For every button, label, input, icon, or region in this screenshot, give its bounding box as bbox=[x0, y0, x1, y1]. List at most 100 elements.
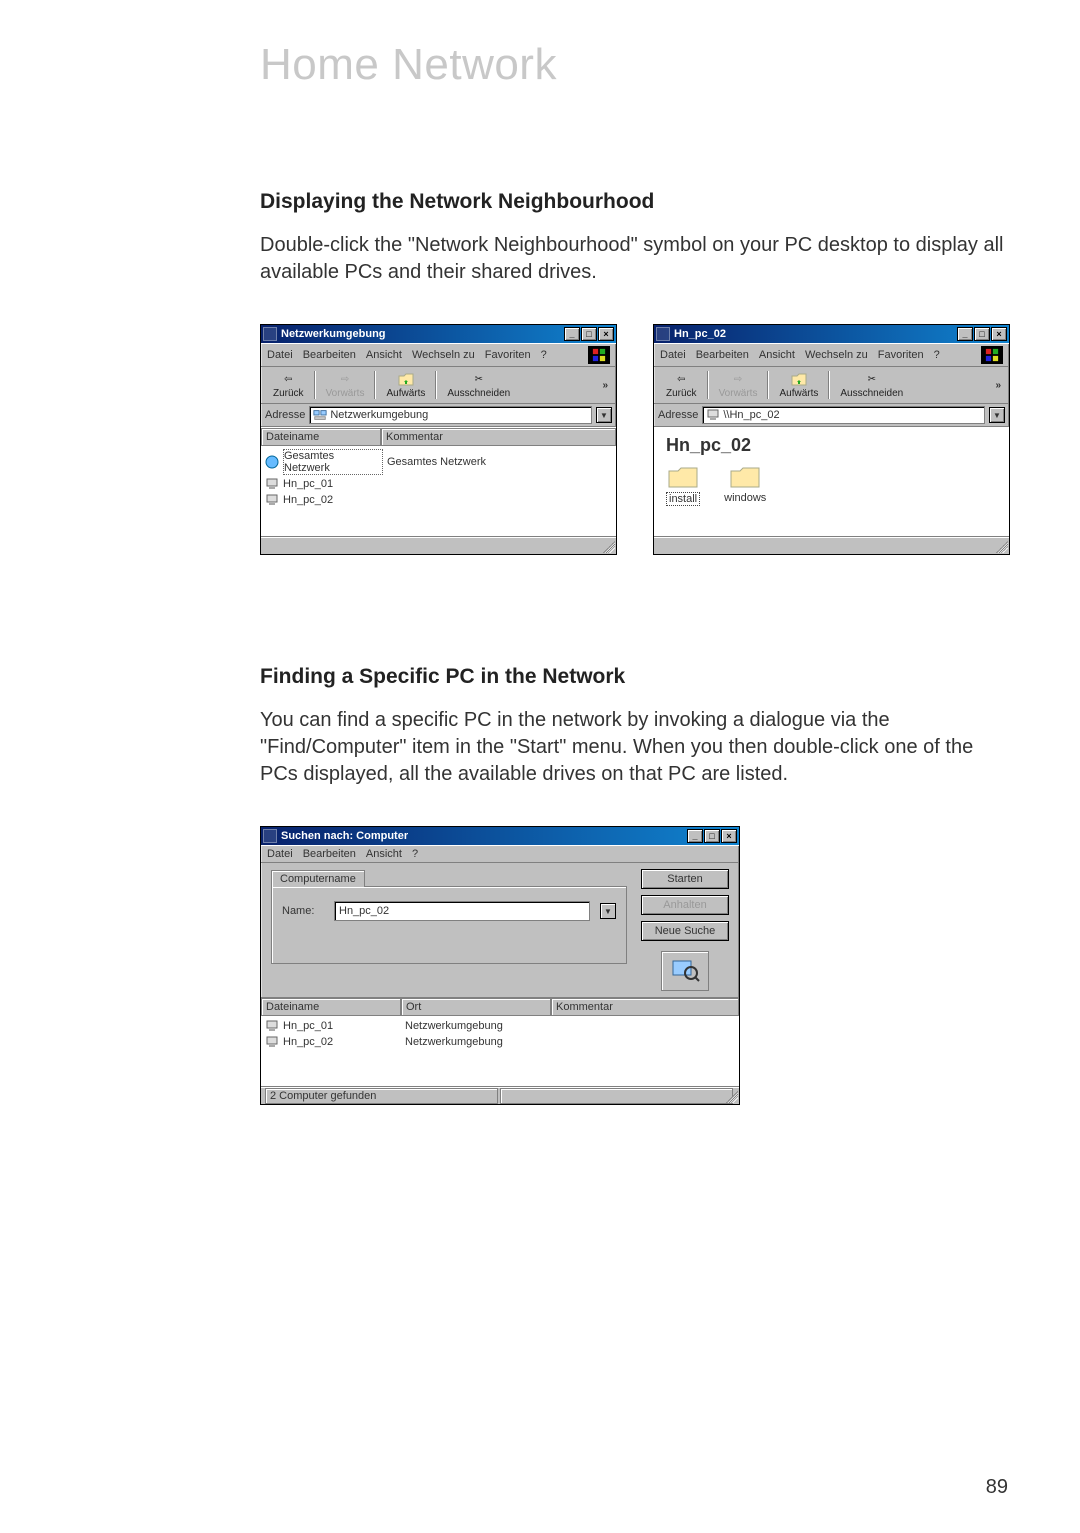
close-button[interactable]: × bbox=[721, 829, 737, 843]
list-header: Dateiname Kommentar bbox=[261, 427, 616, 446]
menu-help[interactable]: ? bbox=[541, 349, 547, 361]
address-bar: Adresse Netzwerkumgebung ▼ bbox=[261, 404, 616, 427]
menu-ansicht[interactable]: Ansicht bbox=[366, 848, 402, 860]
menubar: Datei Bearbeiten Ansicht ? bbox=[261, 845, 739, 863]
folder-item[interactable]: install bbox=[666, 464, 700, 506]
minimize-button[interactable]: _ bbox=[687, 829, 703, 843]
windows-logo-icon bbox=[981, 346, 1003, 364]
tab-panel: Name: Hn_pc_02 ▼ bbox=[271, 886, 627, 964]
statusbar bbox=[261, 536, 616, 554]
col-name[interactable]: Dateiname bbox=[261, 428, 381, 446]
folder-icon bbox=[667, 464, 699, 490]
network-hood-icon bbox=[313, 408, 327, 422]
maximize-button[interactable]: □ bbox=[704, 829, 720, 843]
computer-icon bbox=[265, 1019, 279, 1033]
back-arrow-icon: ⇦ bbox=[673, 371, 689, 387]
menu-bearbeiten[interactable]: Bearbeiten bbox=[303, 349, 356, 361]
window-search: Suchen nach: Computer _ □ × Datei Bearbe… bbox=[260, 826, 740, 1105]
forward-arrow-icon: ⇨ bbox=[730, 371, 746, 387]
col-comment[interactable]: Kommentar bbox=[551, 998, 739, 1016]
window-title: Netzwerkumgebung bbox=[281, 328, 386, 340]
windows-logo-icon bbox=[588, 346, 610, 364]
back-button[interactable]: ⇦ Zurück bbox=[265, 369, 312, 401]
search-animation-icon bbox=[661, 951, 709, 991]
back-button[interactable]: ⇦ Zurück bbox=[658, 369, 705, 401]
stop-button[interactable]: Anhalten bbox=[641, 895, 729, 915]
list-item[interactable]: Gesamtes Netzwerk Gesamtes Netzwerk bbox=[265, 448, 612, 476]
network-icon bbox=[263, 327, 277, 341]
section-find-pc: Finding a Specific PC in the Network You… bbox=[260, 665, 1010, 1105]
menu-bearbeiten[interactable]: Bearbeiten bbox=[696, 349, 749, 361]
page-number: 89 bbox=[986, 1476, 1008, 1499]
address-dropdown[interactable]: ▼ bbox=[596, 407, 612, 423]
menu-favoriten[interactable]: Favoriten bbox=[485, 349, 531, 361]
computer-icon bbox=[265, 1035, 279, 1049]
cut-button[interactable]: ✂ Ausschneiden bbox=[832, 369, 911, 401]
list-item[interactable]: Hn_pc_02 bbox=[265, 492, 612, 508]
folder-icon bbox=[729, 464, 761, 490]
col-comment[interactable]: Kommentar bbox=[381, 428, 616, 446]
menu-help[interactable]: ? bbox=[412, 848, 418, 860]
screenshots-row-1: Netzwerkumgebung _ □ × Datei Bearbeiten … bbox=[260, 324, 1010, 555]
address-field[interactable]: Netzwerkumgebung bbox=[309, 406, 592, 424]
address-field[interactable]: \\Hn_pc_02 bbox=[702, 406, 985, 424]
list-item[interactable]: Hn_pc_01 bbox=[265, 476, 612, 492]
up-button[interactable]: Aufwärts bbox=[378, 369, 433, 401]
toolbar-overflow[interactable]: » bbox=[991, 378, 1005, 393]
forward-button[interactable]: ⇨ Vorwärts bbox=[318, 369, 373, 401]
menu-ansicht[interactable]: Ansicht bbox=[759, 349, 795, 361]
start-button[interactable]: Starten bbox=[641, 869, 729, 889]
folder-item[interactable]: windows bbox=[724, 464, 766, 506]
close-button[interactable]: × bbox=[598, 327, 614, 341]
resize-grip-icon[interactable] bbox=[726, 1091, 738, 1103]
menu-datei[interactable]: Datei bbox=[660, 349, 686, 361]
name-label: Name: bbox=[282, 905, 324, 917]
new-search-button[interactable]: Neue Suche bbox=[641, 921, 729, 941]
result-row[interactable]: Hn_pc_02 Netzwerkumgebung bbox=[265, 1034, 735, 1050]
menu-wechseln[interactable]: Wechseln zu bbox=[412, 349, 475, 361]
tab-computername[interactable]: Computername bbox=[271, 870, 365, 887]
menu-favoriten[interactable]: Favoriten bbox=[878, 349, 924, 361]
toolbar-overflow[interactable]: » bbox=[598, 378, 612, 393]
section2-heading: Finding a Specific PC in the Network bbox=[260, 665, 1010, 689]
menu-bearbeiten[interactable]: Bearbeiten bbox=[303, 848, 356, 860]
maximize-button[interactable]: □ bbox=[974, 327, 990, 341]
computer-icon bbox=[265, 477, 279, 491]
search-body: Computername Name: Hn_pc_02 ▼ Starten An bbox=[261, 863, 739, 998]
menu-wechseln[interactable]: Wechseln zu bbox=[805, 349, 868, 361]
section-neighbourhood: Displaying the Network Neighbourhood Dou… bbox=[260, 190, 1010, 555]
window-network: Netzwerkumgebung _ □ × Datei Bearbeiten … bbox=[260, 324, 617, 555]
search-results: Dateiname Ort Kommentar Hn_pc_01 Netzwer… bbox=[261, 998, 739, 1086]
titlebar[interactable]: Hn_pc_02 _ □ × bbox=[654, 325, 1009, 343]
up-button[interactable]: Aufwärts bbox=[771, 369, 826, 401]
name-input[interactable]: Hn_pc_02 bbox=[334, 901, 590, 921]
menu-datei[interactable]: Datei bbox=[267, 349, 293, 361]
icon-view: Hn_pc_02 install windows bbox=[654, 427, 1009, 536]
pc-heading: Hn_pc_02 bbox=[666, 435, 997, 456]
search-icon bbox=[263, 829, 277, 843]
computer-icon bbox=[656, 327, 670, 341]
close-button[interactable]: × bbox=[991, 327, 1007, 341]
globe-icon bbox=[265, 455, 279, 469]
titlebar[interactable]: Netzwerkumgebung _ □ × bbox=[261, 325, 616, 343]
resize-grip-icon[interactable] bbox=[996, 541, 1008, 553]
col-name[interactable]: Dateiname bbox=[261, 998, 401, 1016]
forward-button[interactable]: ⇨ Vorwärts bbox=[711, 369, 766, 401]
maximize-button[interactable]: □ bbox=[581, 327, 597, 341]
cut-button[interactable]: ✂ Ausschneiden bbox=[439, 369, 518, 401]
resize-grip-icon[interactable] bbox=[603, 541, 615, 553]
address-label: Adresse bbox=[265, 409, 305, 421]
name-dropdown[interactable]: ▼ bbox=[600, 903, 616, 919]
folder-up-icon bbox=[398, 371, 414, 387]
menubar: Datei Bearbeiten Ansicht Wechseln zu Fav… bbox=[261, 343, 616, 367]
menu-datei[interactable]: Datei bbox=[267, 848, 293, 860]
titlebar[interactable]: Suchen nach: Computer _ □ × bbox=[261, 827, 739, 845]
address-dropdown[interactable]: ▼ bbox=[989, 407, 1005, 423]
menu-ansicht[interactable]: Ansicht bbox=[366, 349, 402, 361]
col-loc[interactable]: Ort bbox=[401, 998, 551, 1016]
minimize-button[interactable]: _ bbox=[957, 327, 973, 341]
minimize-button[interactable]: _ bbox=[564, 327, 580, 341]
result-row[interactable]: Hn_pc_01 Netzwerkumgebung bbox=[265, 1018, 735, 1034]
menu-help[interactable]: ? bbox=[934, 349, 940, 361]
list-body: Gesamtes Netzwerk Gesamtes Netzwerk Hn_p… bbox=[261, 446, 616, 536]
